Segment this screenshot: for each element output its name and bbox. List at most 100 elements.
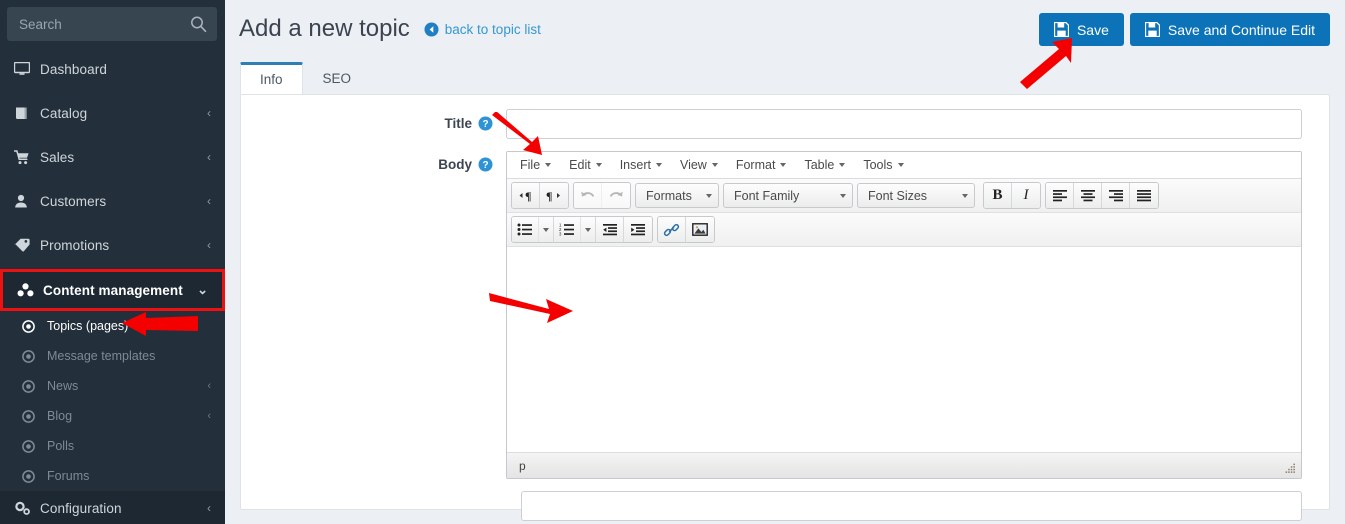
menu-tools[interactable]: Tools [854, 155, 912, 176]
sidebar-item-message-templates[interactable]: Message templates [0, 341, 225, 371]
sidebar-item-customers[interactable]: Customers ‹ [0, 179, 225, 223]
chevron-down-icon [655, 163, 662, 167]
redo-icon[interactable] [602, 183, 630, 208]
ltr-icon[interactable]: ¶ [512, 183, 540, 208]
text-style-button-group: B I [983, 182, 1041, 209]
sidebar-item-sales[interactable]: Sales ‹ [0, 135, 225, 179]
rtl-icon[interactable]: ¶ [540, 183, 568, 208]
save-button[interactable]: Save [1038, 13, 1124, 46]
tab-seo[interactable]: SEO [303, 62, 372, 94]
content-management-submenu: Topics (pages) Message templates News ‹ … [0, 311, 225, 491]
sidebar-item-label: Dashboard [40, 61, 107, 77]
link-icon[interactable] [658, 217, 686, 242]
chevron-left-icon: ‹ [207, 501, 211, 515]
chevron-down-icon [897, 163, 904, 167]
title-field-wrapper [506, 109, 1329, 139]
chevron-down-icon[interactable] [538, 217, 553, 242]
sidebar-item-label: Catalog [40, 105, 88, 121]
menu-insert[interactable]: Insert [611, 155, 671, 176]
align-justify-icon[interactable] [1130, 183, 1158, 208]
image-icon[interactable] [686, 217, 714, 242]
font-sizes-dropdown-label: Font Sizes [868, 188, 928, 203]
element-path[interactable]: p [519, 459, 526, 473]
tab-info-label: Info [260, 72, 283, 87]
chevron-down-icon [595, 163, 602, 167]
search-box[interactable] [7, 7, 217, 41]
menu-tools-label: Tools [863, 158, 893, 172]
sidebar-item-catalog[interactable]: Catalog ‹ [0, 91, 225, 135]
question-circle-icon[interactable]: ? [478, 116, 493, 131]
align-left-icon[interactable] [1046, 183, 1074, 208]
sidebar-item-content-management[interactable]: Content management ⌄ [0, 269, 225, 311]
undo-icon[interactable] [574, 183, 602, 208]
svg-text:?: ? [482, 119, 488, 130]
sidebar-subitem-label: Message templates [47, 349, 156, 363]
sidebar-item-dashboard[interactable]: Dashboard [0, 47, 225, 91]
sidebar-item-news[interactable]: News ‹ [0, 371, 225, 401]
sidebar-subitem-label: Forums [47, 469, 90, 483]
editor-content-area[interactable] [507, 247, 1301, 452]
font-family-dropdown[interactable]: Font Family [723, 183, 853, 208]
chevron-down-icon[interactable] [580, 217, 595, 242]
title-form-row: Title ? [241, 109, 1329, 139]
tinymce-editor: File Edit Insert View Format Table Tools… [506, 151, 1302, 479]
sidebar: Dashboard Catalog ‹ Sal [0, 0, 225, 524]
menu-view[interactable]: View [671, 155, 727, 176]
numlist-icon[interactable]: 1 2 3 [554, 217, 596, 242]
italic-icon[interactable]: I [1012, 183, 1040, 208]
menu-file[interactable]: File [511, 155, 560, 176]
chevron-left-icon: ‹ [207, 238, 211, 252]
menu-table[interactable]: Table [795, 155, 854, 176]
info-tab-panel: Title ? Body ? File Edit Insert View For… [240, 94, 1330, 521]
alignment-button-group [1045, 182, 1159, 209]
bold-icon[interactable]: B [984, 183, 1012, 208]
menu-insert-label: Insert [619, 158, 651, 172]
tab-bar: Info SEO [240, 62, 1345, 94]
question-circle-icon[interactable]: ? [478, 157, 493, 172]
sidebar-item-forums[interactable]: Forums [0, 461, 225, 491]
sidebar-subitem-label: Topics (pages) [47, 319, 129, 333]
chevron-left-icon: ‹ [207, 150, 211, 164]
search-input[interactable] [7, 7, 217, 41]
back-to-topic-list-link[interactable]: back to topic list [424, 22, 541, 37]
menu-format[interactable]: Format [727, 155, 796, 176]
chevron-down-icon [706, 193, 712, 198]
circle-dot-icon [22, 379, 42, 393]
next-field-input[interactable] [521, 491, 1302, 521]
sidebar-item-configuration[interactable]: Configuration ‹ [0, 491, 225, 524]
sidebar-item-promotions[interactable]: Promotions ‹ [0, 223, 225, 267]
save-and-continue-edit-button[interactable]: Save and Continue Edit [1129, 13, 1330, 46]
title-input[interactable] [506, 109, 1302, 139]
circle-dot-icon [22, 349, 42, 363]
resize-grip-icon[interactable] [1285, 463, 1296, 474]
chevron-down-icon [545, 163, 552, 167]
sidebar-item-topics-pages[interactable]: Topics (pages) [0, 311, 225, 341]
tab-info[interactable]: Info [240, 62, 303, 94]
body-label-text: Body [438, 157, 472, 172]
body-field-wrapper: File Edit Insert View Format Table Tools… [506, 151, 1329, 479]
sidebar-item-label: Configuration [40, 500, 122, 516]
sidebar-item-polls[interactable]: Polls [0, 431, 225, 461]
align-center-icon[interactable] [1074, 183, 1102, 208]
svg-text:¶: ¶ [525, 189, 531, 203]
history-button-group [573, 182, 631, 209]
indent-icon[interactable] [624, 217, 652, 242]
sidebar-item-label: Promotions [40, 237, 110, 253]
book-icon [14, 106, 36, 121]
menu-edit[interactable]: Edit [560, 155, 611, 176]
formats-dropdown[interactable]: Formats [635, 183, 719, 208]
save-icon [1144, 21, 1161, 38]
outdent-icon[interactable] [596, 217, 624, 242]
sidebar-subitem-label: Blog [47, 409, 73, 423]
chevron-down-icon [711, 163, 718, 167]
bullist-icon[interactable] [512, 217, 554, 242]
sidebar-item-label: Customers [40, 193, 107, 209]
chevron-down-icon: ⌄ [197, 282, 208, 297]
body-label: Body ? [241, 151, 506, 172]
body-form-row: Body ? File Edit Insert View Format Tabl… [241, 151, 1329, 479]
insert-button-group [657, 216, 715, 243]
direction-button-group: ¶ ¶ [511, 182, 569, 209]
font-sizes-dropdown[interactable]: Font Sizes [857, 183, 975, 208]
sidebar-item-blog[interactable]: Blog ‹ [0, 401, 225, 431]
align-right-icon[interactable] [1102, 183, 1130, 208]
